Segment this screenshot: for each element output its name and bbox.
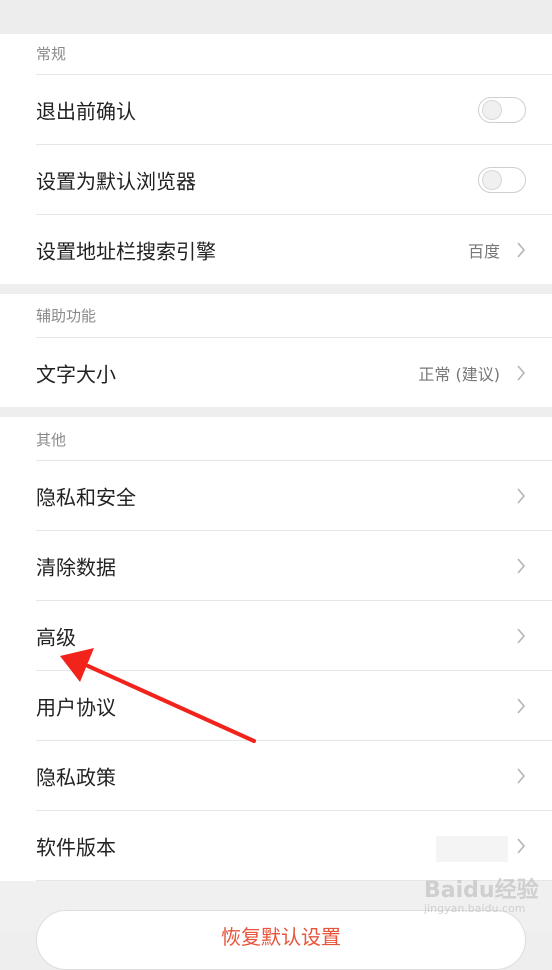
chevron-right-icon	[517, 365, 526, 381]
row-user-agreement[interactable]: 用户协议	[0, 671, 552, 741]
section-header-general: 常规	[36, 45, 67, 63]
confirm-exit-toggle[interactable]	[478, 97, 526, 123]
section-other: 其他 隐私和安全 清除数据 高级 用户协议 隐私政策 软件版本	[0, 417, 552, 881]
row-privacy-security[interactable]: 隐私和安全	[0, 461, 552, 531]
toggle-knob	[482, 100, 502, 120]
row-label: 隐私政策	[36, 765, 116, 790]
search-engine-value: 百度	[467, 242, 500, 261]
row-label: 设置地址栏搜索引擎	[36, 239, 216, 264]
row-advanced[interactable]: 高级	[0, 601, 552, 671]
row-default-browser[interactable]: 设置为默认浏览器	[0, 145, 552, 215]
obscured-version-value	[436, 836, 508, 862]
watermark-logo: Baidu经验	[424, 878, 539, 903]
row-text-size[interactable]: 文字大小 正常 (建议)	[0, 338, 552, 408]
top-bar	[0, 0, 552, 34]
chevron-right-icon	[517, 698, 526, 714]
row-label: 用户协议	[36, 695, 116, 720]
row-label: 高级	[36, 625, 76, 650]
row-label: 软件版本	[36, 835, 116, 860]
chevron-right-icon	[517, 242, 526, 258]
row-privacy-policy[interactable]: 隐私政策	[0, 741, 552, 811]
default-browser-toggle[interactable]	[478, 167, 526, 193]
row-search-engine[interactable]: 设置地址栏搜索引擎 百度	[0, 215, 552, 285]
chevron-right-icon	[517, 628, 526, 644]
chevron-right-icon	[517, 838, 526, 854]
row-label: 清除数据	[36, 555, 116, 580]
row-label: 退出前确认	[36, 99, 136, 124]
row-label: 文字大小	[36, 362, 116, 387]
reset-defaults-button[interactable]: 恢复默认设置	[36, 910, 526, 970]
chevron-right-icon	[517, 488, 526, 504]
text-size-value: 正常 (建议)	[418, 365, 500, 384]
section-header-accessibility: 辅助功能	[36, 307, 97, 325]
toggle-knob	[482, 170, 502, 190]
section-general: 常规 退出前确认 设置为默认浏览器 设置地址栏搜索引擎 百度	[0, 34, 552, 284]
section-header-other: 其他	[36, 431, 67, 449]
row-clear-data[interactable]: 清除数据	[0, 531, 552, 601]
chevron-right-icon	[517, 558, 526, 574]
chevron-right-icon	[517, 768, 526, 784]
row-confirm-exit[interactable]: 退出前确认	[0, 75, 552, 145]
section-accessibility: 辅助功能 文字大小 正常 (建议)	[0, 294, 552, 407]
watermark: Baidu经验 jingyan.baidu.com	[424, 872, 550, 915]
row-label: 隐私和安全	[36, 485, 136, 510]
row-label: 设置为默认浏览器	[36, 169, 196, 194]
